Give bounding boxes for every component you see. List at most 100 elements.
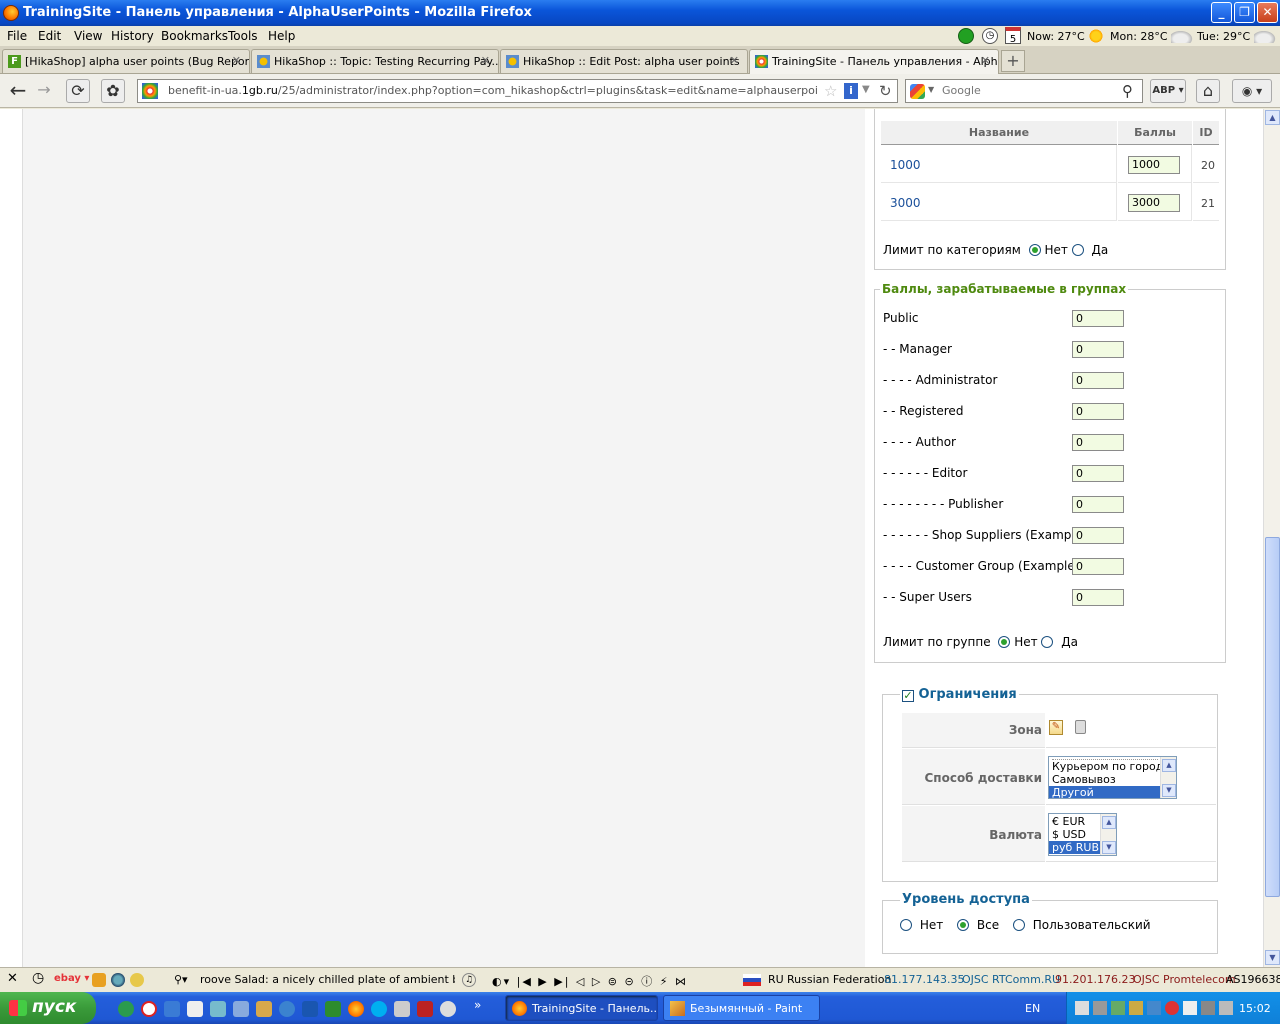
tray-icon[interactable] [1165, 1001, 1179, 1015]
tray-icon[interactable] [1183, 1001, 1197, 1015]
shipping-method-select[interactable]: Курьером по городу Самовывоз Другой ▲ ▼ [1048, 756, 1177, 799]
delete-zone-icon[interactable] [1075, 720, 1086, 734]
quicklaunch-media-icon[interactable] [440, 1001, 456, 1017]
access-all-label[interactable]: Все [977, 918, 999, 932]
quicklaunch-a-icon[interactable] [164, 1001, 180, 1017]
calendar-icon[interactable]: 5 [1005, 27, 1021, 45]
start-button[interactable]: пуск [0, 992, 96, 1024]
scroll-down-icon[interactable]: ▼ [1265, 950, 1280, 965]
minimize-button[interactable]: _ [1211, 2, 1232, 23]
edit-zone-icon[interactable]: ✎ [1049, 720, 1063, 735]
url-text[interactable]: benefit-in-ua.1gb.ru/25/administrator/in… [168, 84, 818, 97]
taskbar-item-paint[interactable]: Безымянный - Paint [663, 995, 820, 1021]
scroll-up-icon[interactable]: ▲ [1102, 816, 1116, 829]
clock[interactable]: 15:02 [1239, 1002, 1271, 1015]
quicklaunch-network-icon[interactable] [210, 1001, 226, 1017]
quicklaunch-book-icon[interactable] [302, 1001, 318, 1017]
scroll-thumb[interactable] [1265, 537, 1280, 897]
tray-icon[interactable] [1111, 1001, 1125, 1015]
bookmark-star-icon[interactable]: ☆ [824, 82, 837, 100]
quicklaunch-app-icon[interactable] [118, 1001, 134, 1017]
taskbar-item-firefox[interactable]: TrainingSite - Панель... [505, 995, 658, 1021]
addon-icon[interactable] [92, 973, 106, 987]
tray-icon[interactable] [1147, 1001, 1161, 1015]
info-icon[interactable]: i [844, 83, 858, 99]
access-custom-radio[interactable] [1012, 919, 1025, 931]
access-all-radio[interactable] [957, 919, 970, 931]
category-limit-yes-label[interactable]: Да [1092, 243, 1109, 257]
category-points-input[interactable]: 3000 [1128, 194, 1180, 212]
history-dropdown-icon[interactable]: ▼ [862, 84, 870, 95]
maximize-button[interactable]: ❐ [1234, 2, 1255, 23]
group-points-input[interactable]: 0 [1072, 589, 1124, 606]
tray-icon[interactable] [1075, 1001, 1089, 1015]
restrictions-checkbox[interactable]: ✓ [902, 690, 914, 702]
status-green-icon[interactable] [958, 28, 974, 44]
currency-scrollbar[interactable]: ▲ ▼ [1100, 814, 1116, 855]
menu-history[interactable]: History [111, 29, 154, 43]
group-points-input[interactable]: 0 [1072, 558, 1124, 575]
clock-icon[interactable]: ◷ [32, 970, 44, 986]
engine-dropdown-icon[interactable]: ▼ [928, 85, 934, 94]
addon-tool-icon[interactable]: ✿ [101, 79, 125, 103]
ebay-icon[interactable]: ebay ▾ [54, 973, 89, 984]
tab-trainingsite[interactable]: TrainingSite - Панель управления - Alph.… [749, 49, 999, 75]
shipping-option[interactable]: Самовывоз [1049, 773, 1176, 786]
close-tab-icon[interactable]: ✕ [981, 54, 990, 67]
search-input[interactable] [940, 83, 1110, 98]
forward-button[interactable]: → [32, 79, 56, 103]
tray-icon[interactable] [1093, 1001, 1107, 1015]
tray-icon[interactable] [1201, 1001, 1215, 1015]
quicklaunch-notepad-icon[interactable] [187, 1001, 203, 1017]
close-tab-icon[interactable]: ✕ [730, 54, 739, 67]
category-limit-no-radio[interactable] [1028, 244, 1041, 256]
group-limit-no-label[interactable]: Нет [1014, 635, 1037, 649]
menu-edit[interactable]: Edit [38, 29, 61, 43]
url-bar[interactable]: benefit-in-ua.1gb.ru/25/administrator/in… [137, 79, 898, 103]
menu-file[interactable]: File [7, 29, 27, 43]
quicklaunch-pro-icon[interactable] [325, 1001, 341, 1017]
menu-tools[interactable]: Tools [228, 29, 258, 43]
language-indicator[interactable]: EN [1025, 1002, 1040, 1015]
new-tab-button[interactable]: + [1001, 50, 1025, 72]
access-none-radio[interactable] [900, 919, 912, 931]
tab-edit-post[interactable]: HikaShop :: Edit Post: alpha user points… [500, 49, 748, 73]
menu-bookmarks[interactable]: Bookmarks [161, 29, 228, 43]
site-identity-icon[interactable] [142, 83, 158, 99]
reload-icon[interactable]: ↻ [879, 82, 892, 100]
group-points-input[interactable]: 0 [1072, 310, 1124, 327]
search-icon[interactable]: ⚲▾ [174, 973, 188, 986]
group-limit-yes-radio[interactable] [1041, 636, 1054, 648]
google-engine-icon[interactable] [910, 84, 925, 99]
scroll-up-icon[interactable]: ▲ [1162, 759, 1176, 772]
close-tab-icon[interactable]: ✕ [481, 54, 490, 67]
menu-view[interactable]: View [74, 29, 102, 43]
group-limit-yes-label[interactable]: Да [1061, 635, 1078, 649]
group-points-input[interactable]: 0 [1072, 372, 1124, 389]
group-points-input[interactable]: 0 [1072, 527, 1124, 544]
group-points-input[interactable]: 0 [1072, 496, 1124, 513]
tray-icon[interactable] [1129, 1001, 1143, 1015]
page-scrollbar[interactable]: ▲ ▼ [1263, 109, 1280, 967]
window-title-bar[interactable]: TrainingSite - Панель управления - Alpha… [0, 0, 1280, 26]
category-limit-yes-radio[interactable] [1071, 244, 1084, 256]
scroll-down-icon[interactable]: ▼ [1102, 841, 1116, 854]
addon-dropdown-icon[interactable]: ◉ ▾ [1232, 79, 1272, 103]
quicklaunch-folder-icon[interactable] [233, 1001, 249, 1017]
quicklaunch-tools-icon[interactable] [394, 1001, 410, 1017]
shipping-option-selected[interactable]: Другой [1049, 786, 1160, 798]
category-limit-no-label[interactable]: Нет [1044, 243, 1067, 257]
group-points-input[interactable]: 0 [1072, 465, 1124, 482]
category-link[interactable]: 3000 [890, 196, 921, 210]
group-points-input[interactable]: 0 [1072, 403, 1124, 420]
quicklaunch-skype-icon[interactable] [371, 1001, 387, 1017]
group-points-input[interactable]: 0 [1072, 434, 1124, 451]
quicklaunch-ie-icon[interactable] [279, 1001, 295, 1017]
scroll-down-icon[interactable]: ▼ [1162, 784, 1176, 797]
quicklaunch-firefox-icon[interactable] [348, 1001, 364, 1017]
media-controls[interactable]: ◐▾ |◀ ▶ ▶| ◁ ▷ ⊜ ⊝ ⓘ ⚡ ⋈ [492, 973, 688, 989]
close-button[interactable]: ✕ [1257, 2, 1278, 23]
globe-icon[interactable] [111, 973, 125, 987]
quicklaunch-filezilla-icon[interactable] [417, 1001, 433, 1017]
group-limit-no-radio[interactable] [998, 636, 1011, 648]
